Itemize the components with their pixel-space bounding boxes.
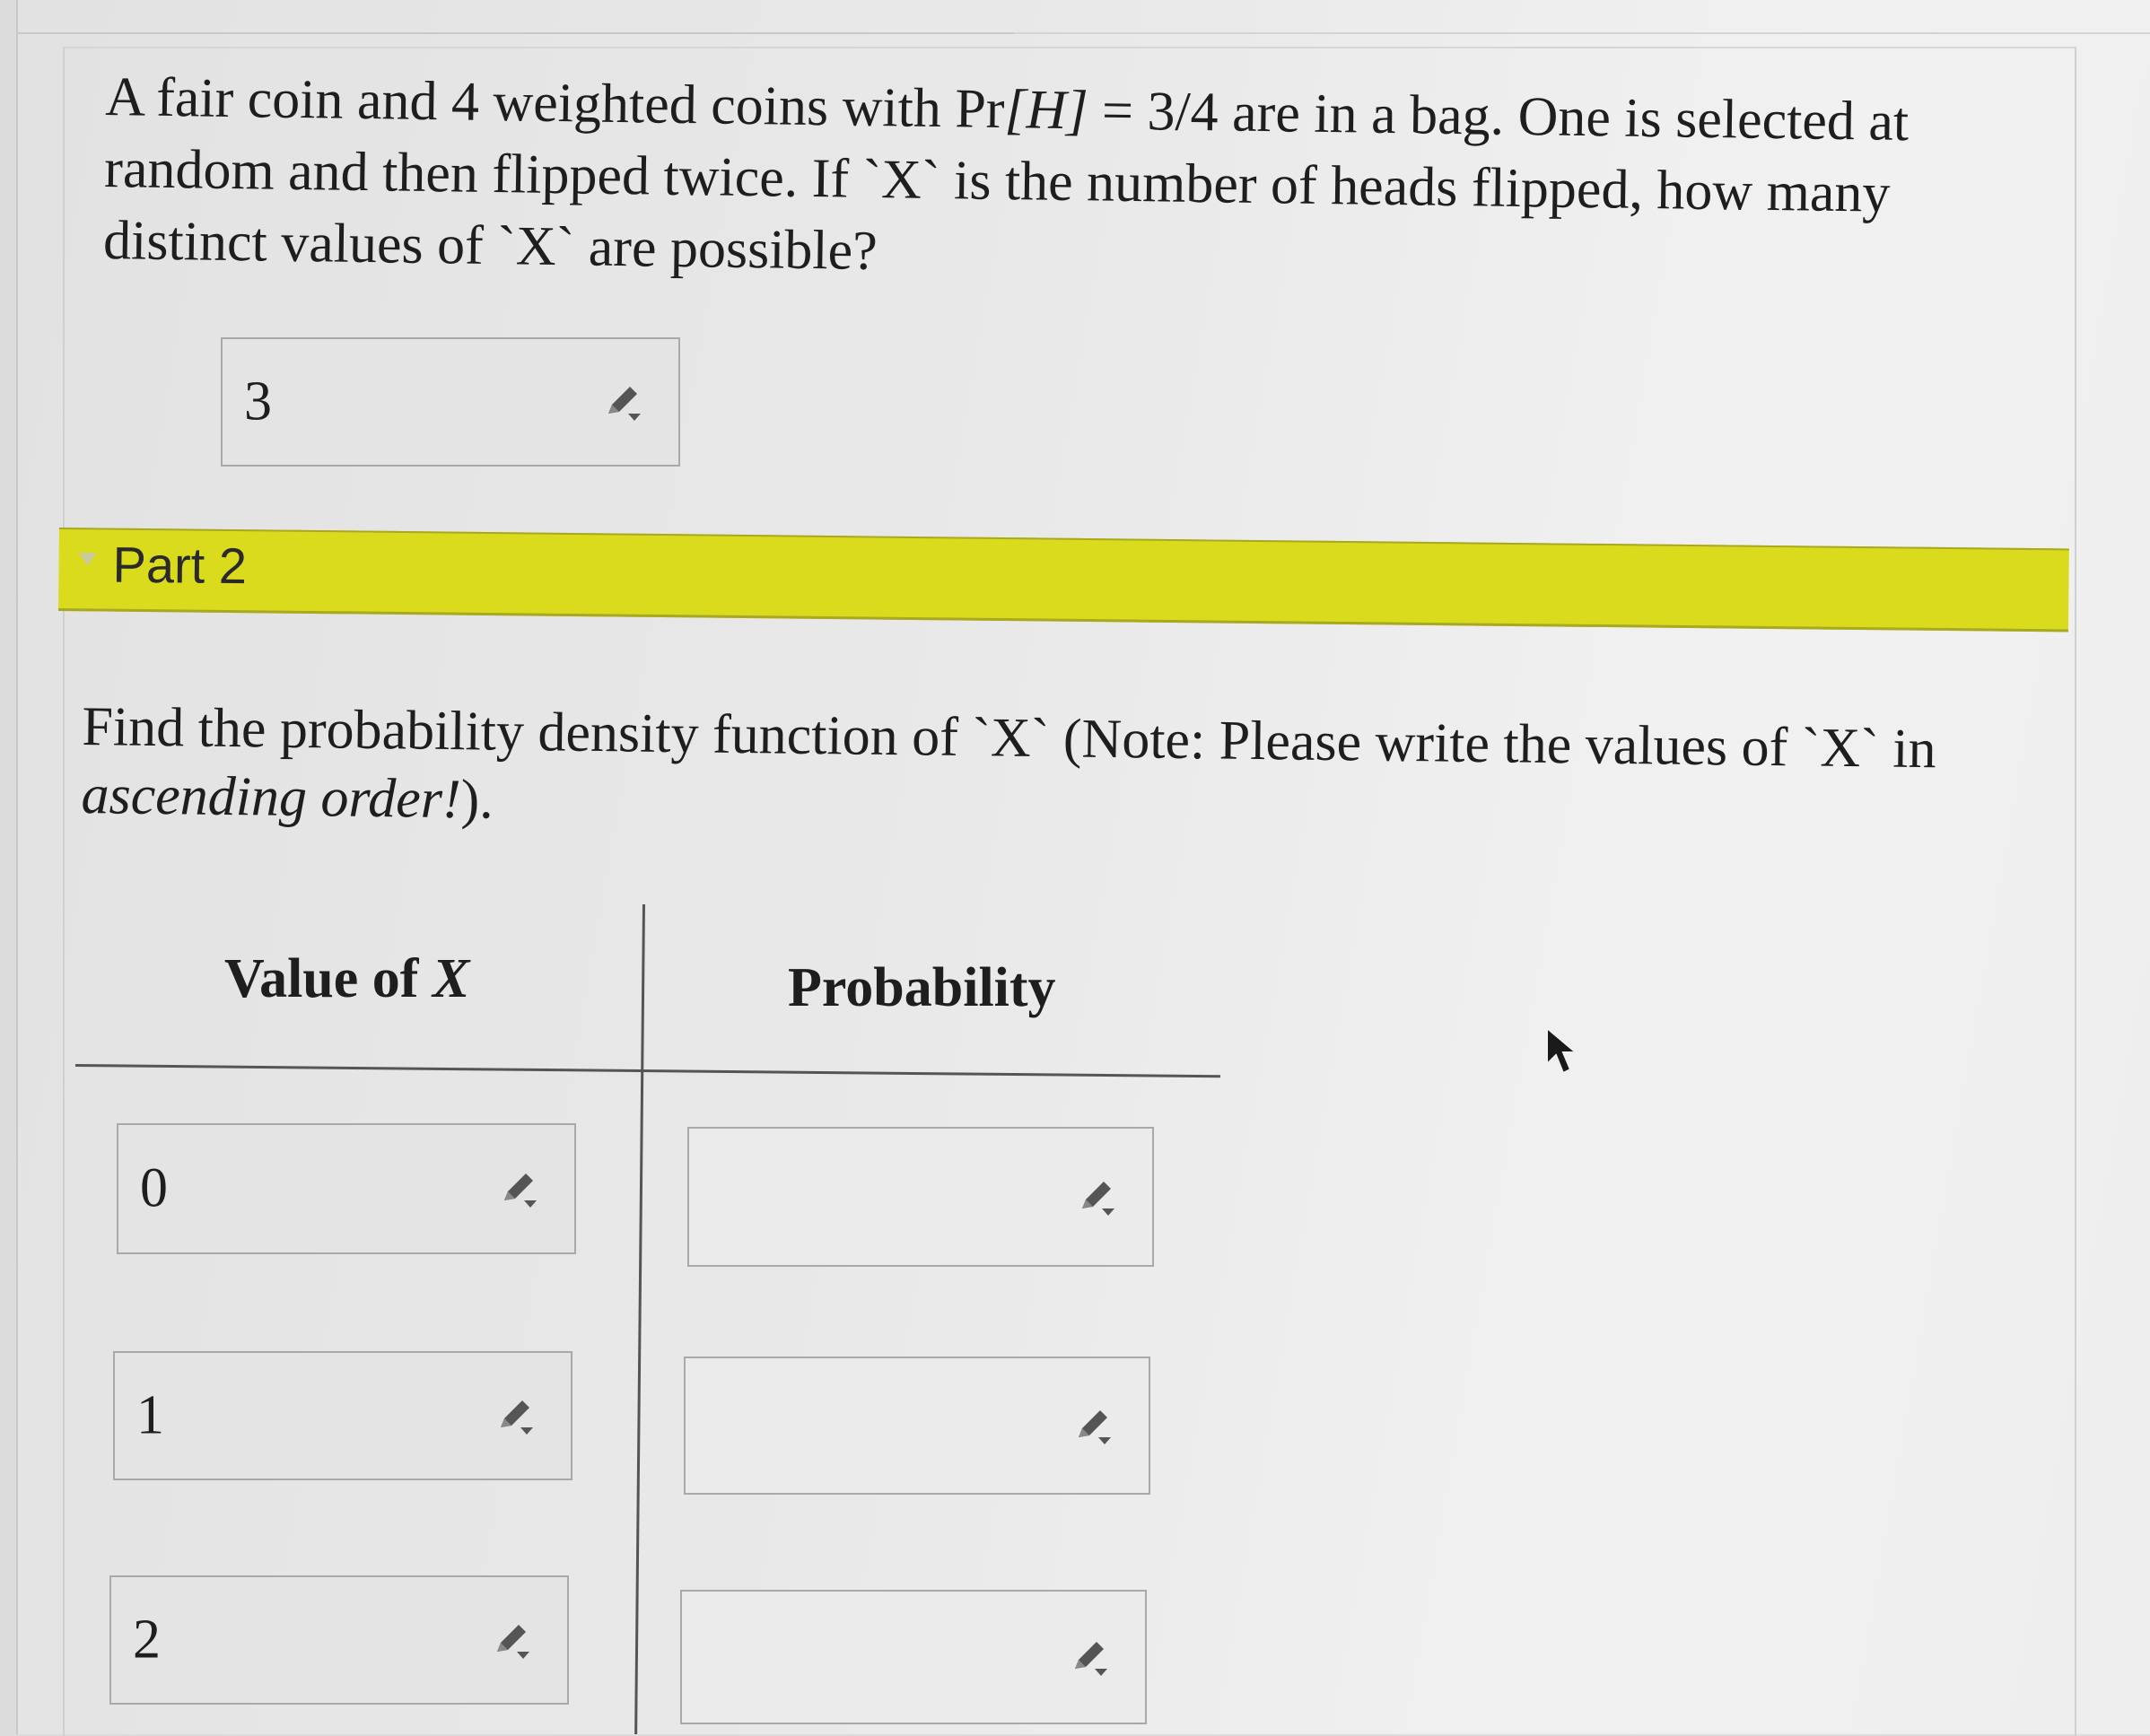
pencil-icon[interactable] (1068, 1635, 1113, 1679)
pencil-icon[interactable] (1071, 1403, 1116, 1448)
part2-label: Part 2 (112, 536, 248, 595)
probability-field-row-0[interactable] (687, 1127, 1154, 1267)
top-divider (18, 32, 1014, 34)
part2-question-suffix: ). (460, 769, 494, 831)
value-field-row-2[interactable]: 2 (109, 1575, 569, 1705)
value-field-text: 2 (133, 1609, 161, 1671)
probability-field-row-2[interactable] (680, 1590, 1147, 1724)
part1-question-prefix: A fair coin and 4 weighted coins with Pr (104, 65, 1005, 140)
mouse-cursor-icon (1546, 1025, 1578, 1075)
value-field-row-0[interactable]: 0 (117, 1123, 576, 1254)
pencil-icon[interactable] (490, 1618, 535, 1662)
part1-answer-field[interactable]: 3 (221, 337, 680, 467)
value-field-text: 0 (140, 1157, 168, 1219)
top-divider-right (1014, 32, 2150, 34)
collapse-triangle-icon[interactable] (78, 553, 97, 566)
probability-field-row-1[interactable] (684, 1357, 1150, 1495)
pencil-icon[interactable] (497, 1166, 542, 1211)
part1-answer-value: 3 (244, 371, 272, 432)
table-header-value: Value of X (224, 947, 469, 1011)
pencil-icon[interactable] (601, 379, 646, 424)
value-field-row-1[interactable]: 1 (113, 1351, 572, 1480)
table-header-value-prefix: Value of (224, 948, 433, 1009)
part1-question-text: A fair coin and 4 weighted coins with Pr… (103, 61, 2017, 303)
value-field-text: 1 (136, 1384, 164, 1446)
part1-question-math: [H] (1004, 78, 1088, 142)
table-header-probability: Probability (788, 957, 1056, 1018)
pencil-icon[interactable] (1075, 1174, 1120, 1219)
part2-question-text: Find the probability density function of… (81, 693, 2057, 853)
part2-question-emphasis: ascending order! (81, 763, 462, 831)
pencil-icon[interactable] (494, 1393, 538, 1438)
table-header-value-math: X (432, 948, 470, 1009)
